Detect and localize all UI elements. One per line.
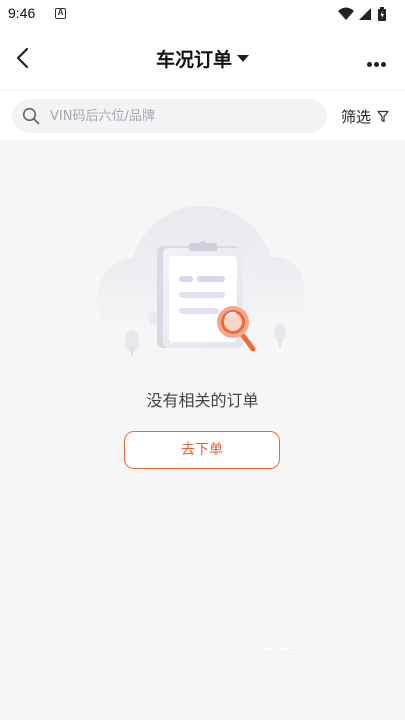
search-icon (22, 107, 40, 125)
search-input[interactable] (50, 99, 315, 133)
status-time: 9:46 (8, 5, 36, 21)
signal-icon (359, 8, 371, 20)
filter-funnel-icon (377, 110, 389, 122)
filter-button[interactable]: 筛选 (341, 105, 389, 127)
filter-label: 筛选 (340, 107, 371, 126)
notification-icon: A (55, 8, 66, 19)
clipboard-magnifier-illustration (97, 206, 305, 356)
empty-state-illustration (95, 200, 310, 365)
search-box[interactable] (12, 99, 327, 133)
status-icons (337, 6, 395, 22)
place-order-button[interactable]: 去下单 (124, 431, 280, 469)
more-button[interactable] (367, 52, 391, 67)
search-bar: 筛选 (0, 90, 405, 140)
wifi-icon (338, 7, 354, 20)
watermark: 天天下载站 (262, 640, 348, 659)
app-header: 车况订单 (0, 28, 405, 90)
empty-state-message: 没有相关的订单 (146, 391, 259, 410)
caret-down-icon (237, 55, 249, 62)
page-title: 车况订单 (155, 49, 232, 71)
battery-icon (378, 7, 386, 21)
more-horizontal-icon (367, 52, 391, 71)
title-dropdown[interactable]: 车况订单 (0, 45, 405, 73)
status-bar: 9:46 A (0, 0, 405, 28)
